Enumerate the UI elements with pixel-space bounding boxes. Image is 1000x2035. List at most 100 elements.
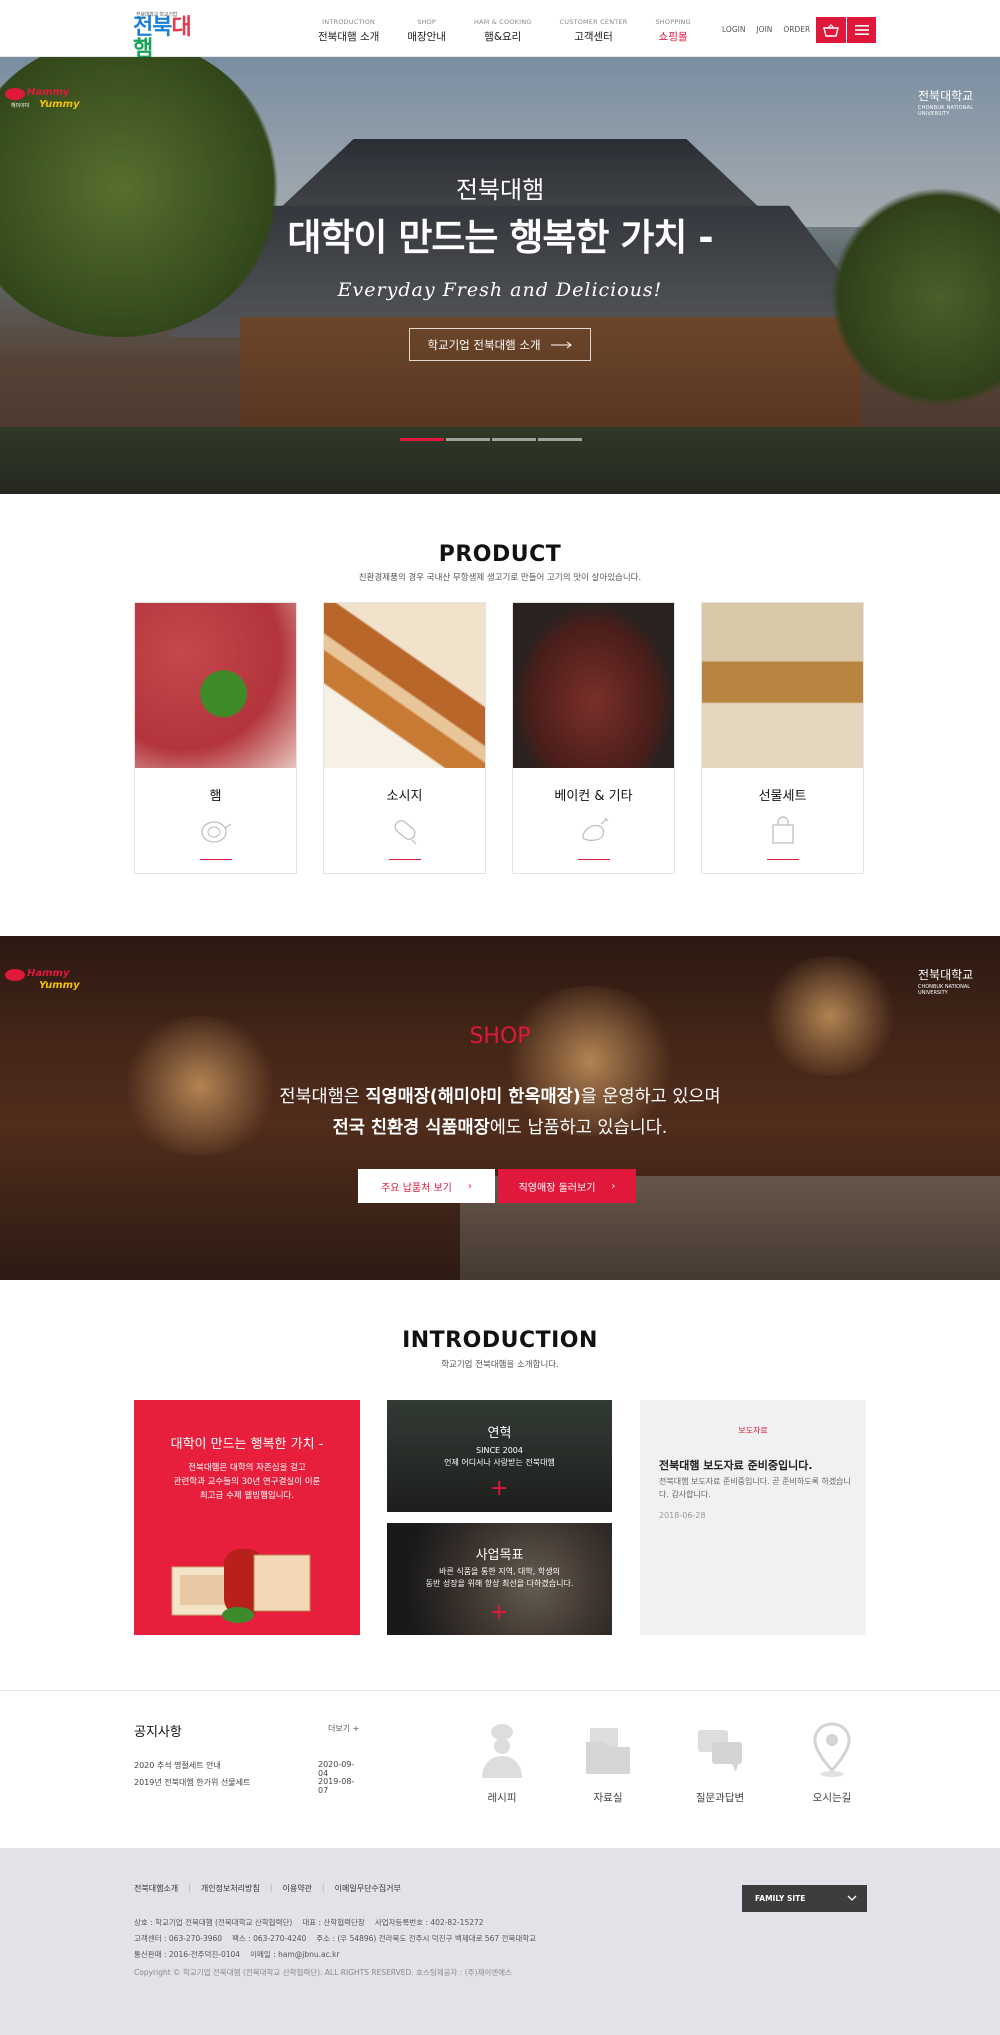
university-logo: 전북대학교 CHONBUK NATIONAL UNIVERSITY <box>918 89 974 117</box>
intro-history-title: 연혁 <box>487 1426 512 1441</box>
quick-link-qna[interactable]: 질문과답변 <box>680 1720 760 1805</box>
slide-dot[interactable] <box>446 438 490 441</box>
svg-text:Hammy: Hammy <box>27 87 70 98</box>
product-section-title: PRODUCT <box>438 542 562 567</box>
login-link[interactable]: LOGIN <box>722 25 745 34</box>
chef-icon <box>482 1724 522 1778</box>
arrow-right-icon <box>550 341 572 348</box>
intro-value-card[interactable]: 대학이 만드는 행복한 가치 - 전북대햄은 대학의 자존심을 걸고 관련학과 … <box>134 1400 360 1635</box>
hammy-yummy-logo: Hammy Yummy <box>3 964 83 994</box>
folder-icon <box>586 1728 630 1774</box>
product-card-sausage[interactable]: 소시지 <box>323 602 486 874</box>
nav-item-shop[interactable]: SHOP 매장안내 <box>407 18 446 46</box>
plus-icon: + <box>490 1476 509 1501</box>
intro-goal-desc: 바른 식품을 통한 지역, 대학, 학생의 동반 성장을 위해 항상 최선을 다… <box>425 1567 574 1588</box>
intro-goal-title: 사업목표 <box>475 1548 524 1563</box>
bacon-photo <box>513 603 674 768</box>
hero-title: 대학이 만드는 행복한 가치 - <box>287 216 713 259</box>
svg-text:Yummy: Yummy <box>39 99 80 110</box>
chevron-right-icon: › <box>611 1180 616 1192</box>
gift-bag-icon <box>772 816 794 844</box>
join-link[interactable]: JOIN <box>756 25 772 34</box>
product-cards: 햄 소시지 베이컨 & 기타 선물세트 <box>134 602 866 874</box>
gift-set-photo <box>702 603 863 768</box>
hero-tagline: Everyday Fresh and Delicious! <box>337 279 663 301</box>
footer-link[interactable]: 이메일무단수집거부 <box>335 1883 401 1894</box>
notice-more-link[interactable]: 더보기 + <box>328 1723 359 1734</box>
chicken-icon <box>582 817 609 841</box>
product-name: 햄 <box>209 789 222 804</box>
shop-text-line2: 전국 친환경 식품매장에도 납품하고 있습니다. <box>332 1118 668 1138</box>
intro-section-subtitle: 학교기업 전북대햄을 소개합니다. <box>441 1360 559 1370</box>
product-card-gift-set[interactable]: 선물세트 <box>701 602 864 874</box>
site-logo[interactable]: 전북대학교 학교기업 전북대햄 <box>133 8 203 61</box>
hamburger-icon <box>854 25 869 35</box>
store-tour-button[interactable]: 직영매장 둘러보기 › <box>498 1169 636 1203</box>
menu-button[interactable] <box>846 17 876 43</box>
product-card-ham[interactable]: 햄 <box>134 602 297 874</box>
chevron-down-icon <box>847 1895 857 1901</box>
hammy-yummy-logo: Hammy Yummy 해미야미 <box>3 83 83 113</box>
notice-date: 2019-08-07 <box>318 1777 355 1795</box>
partners-button[interactable]: 주요 납품처 보기 › <box>358 1169 495 1203</box>
svg-text:Hammy: Hammy <box>27 968 70 979</box>
ham-icon <box>201 821 232 843</box>
press-tag: 보도자료 <box>738 1426 768 1435</box>
footer-link[interactable]: 개인정보처리방침 <box>201 1883 260 1894</box>
intro-value-desc: 전북대햄은 대학의 자존심을 걸고 관련학과 교수들의 30년 연구결실이 이룬… <box>173 1463 321 1501</box>
product-section-subtitle: 친환경제품의 경우 국내산 무항생제 생고기로 만들어 고기의 맛이 살아있습니… <box>358 573 642 583</box>
family-site-select[interactable]: FAMILY SITE <box>742 1885 867 1912</box>
footer-menu: 전북대햄소개 | 개인정보처리방침 | 이용약관 | 이메일무단수집거부 <box>134 1883 401 1894</box>
hero-banner: Hammy Yummy 해미야미 전북대학교 CHONBUK NATIONAL UN… <box>0 57 1000 494</box>
main-nav: INTRODUCTION 전북대햄 소개 SHOP 매장안내 HAM & COOKI… <box>318 18 719 46</box>
intro-value-title: 대학이 만드는 행복한 가치 - <box>170 1437 324 1452</box>
intro-press-card[interactable]: 보도자료 전북대햄 보도자료 준비중입니다. 전북대햄 보도자료 준비중입니다.… <box>640 1400 866 1635</box>
notice-item[interactable]: 2020 추석 명절세트 안내 2020-09-04 <box>134 1760 360 1778</box>
product-name: 베이컨 & 기타 <box>554 789 633 804</box>
shop-banner: Hammy Yummy 전북대학교 CHONBUK NATIONAL UNIVER… <box>0 936 1000 1280</box>
quick-link-recipe[interactable]: 레시피 <box>462 1720 542 1805</box>
sausage-icon <box>394 820 417 845</box>
nav-item-ham-cooking[interactable]: HAM & COOKING 햄&요리 <box>474 18 532 46</box>
press-desc: 전북대햄 보도자료 준비중입니다. 곧 준비하도록 하겠습니다. 감사합니다. <box>659 1477 851 1499</box>
slide-dot[interactable] <box>400 438 444 441</box>
footer-link[interactable]: 이용약관 <box>282 1883 311 1894</box>
notice-item[interactable]: 2019년 전북대햄 한가위 선물세트 2019-08-07 <box>134 1777 360 1795</box>
footer-link[interactable]: 전북대햄소개 <box>134 1883 178 1894</box>
chat-bubbles-icon <box>698 1730 742 1772</box>
page: 전북대학교 학교기업 전북대햄 INTRODUCTION 전북대햄 소개 SHOP… <box>0 0 1000 2035</box>
university-logo: 전북대학교 CHONBUK NATIONAL UNIVERSITY <box>918 968 974 996</box>
slide-dot[interactable] <box>538 438 582 441</box>
order-link[interactable]: ORDER <box>783 25 810 34</box>
shop-text-line1: 전북대햄은 직영매장(해미야미 한옥매장)을 운영하고 있으며 <box>279 1087 721 1107</box>
product-name: 소시지 <box>386 789 423 804</box>
ham-photo <box>135 603 296 768</box>
svg-text:Yummy: Yummy <box>39 980 80 991</box>
hero-title-small: 전북대햄 <box>455 176 545 204</box>
product-package-image <box>171 1549 311 1623</box>
press-date: 2018-06-28 <box>659 1511 706 1520</box>
plus-icon: + <box>490 1600 509 1625</box>
nav-item-shopping[interactable]: SHOPPING 쇼핑몰 <box>655 18 690 46</box>
product-name: 선물세트 <box>758 789 807 804</box>
intro-history-desc: SINCE 2004 언제 어디서나 사랑받는 전북대햄 <box>444 1446 555 1467</box>
product-card-bacon[interactable]: 베이컨 & 기타 <box>512 602 675 874</box>
logo-text: 전북대햄 <box>133 15 192 62</box>
hero-slide-indicator <box>400 438 584 441</box>
slide-dot[interactable] <box>492 438 536 441</box>
svg-text:해미야미: 해미야미 <box>11 102 29 109</box>
notice-date: 2020-09-04 <box>318 1760 355 1778</box>
chevron-right-icon: › <box>467 1180 472 1192</box>
intro-section-title: INTRODUCTION <box>402 1328 598 1353</box>
util-links: LOGIN JOIN ORDER <box>722 25 821 34</box>
nav-item-customer-center[interactable]: CUSTOMER CENTER 고객센터 <box>560 18 628 46</box>
intro-history-card[interactable]: 연혁 SINCE 2004 언제 어디서나 사랑받는 전북대햄 + <box>387 1400 612 1512</box>
quick-link-archive[interactable]: 자료실 <box>568 1720 648 1805</box>
quick-link-directions[interactable]: 오시는길 <box>792 1720 872 1805</box>
nav-item-introduction[interactable]: INTRODUCTION 전북대햄 소개 <box>318 18 379 46</box>
press-title: 전북대햄 보도자료 준비중입니다. <box>659 1459 813 1472</box>
basket-icon <box>823 23 839 37</box>
intro-goal-card[interactable]: 사업목표 바른 식품을 통한 지역, 대학, 학생의 동반 성장을 위해 항상 … <box>387 1523 612 1635</box>
hero-intro-button[interactable]: 학교기업 전북대햄 소개 <box>409 328 591 361</box>
cart-button[interactable] <box>816 17 846 43</box>
